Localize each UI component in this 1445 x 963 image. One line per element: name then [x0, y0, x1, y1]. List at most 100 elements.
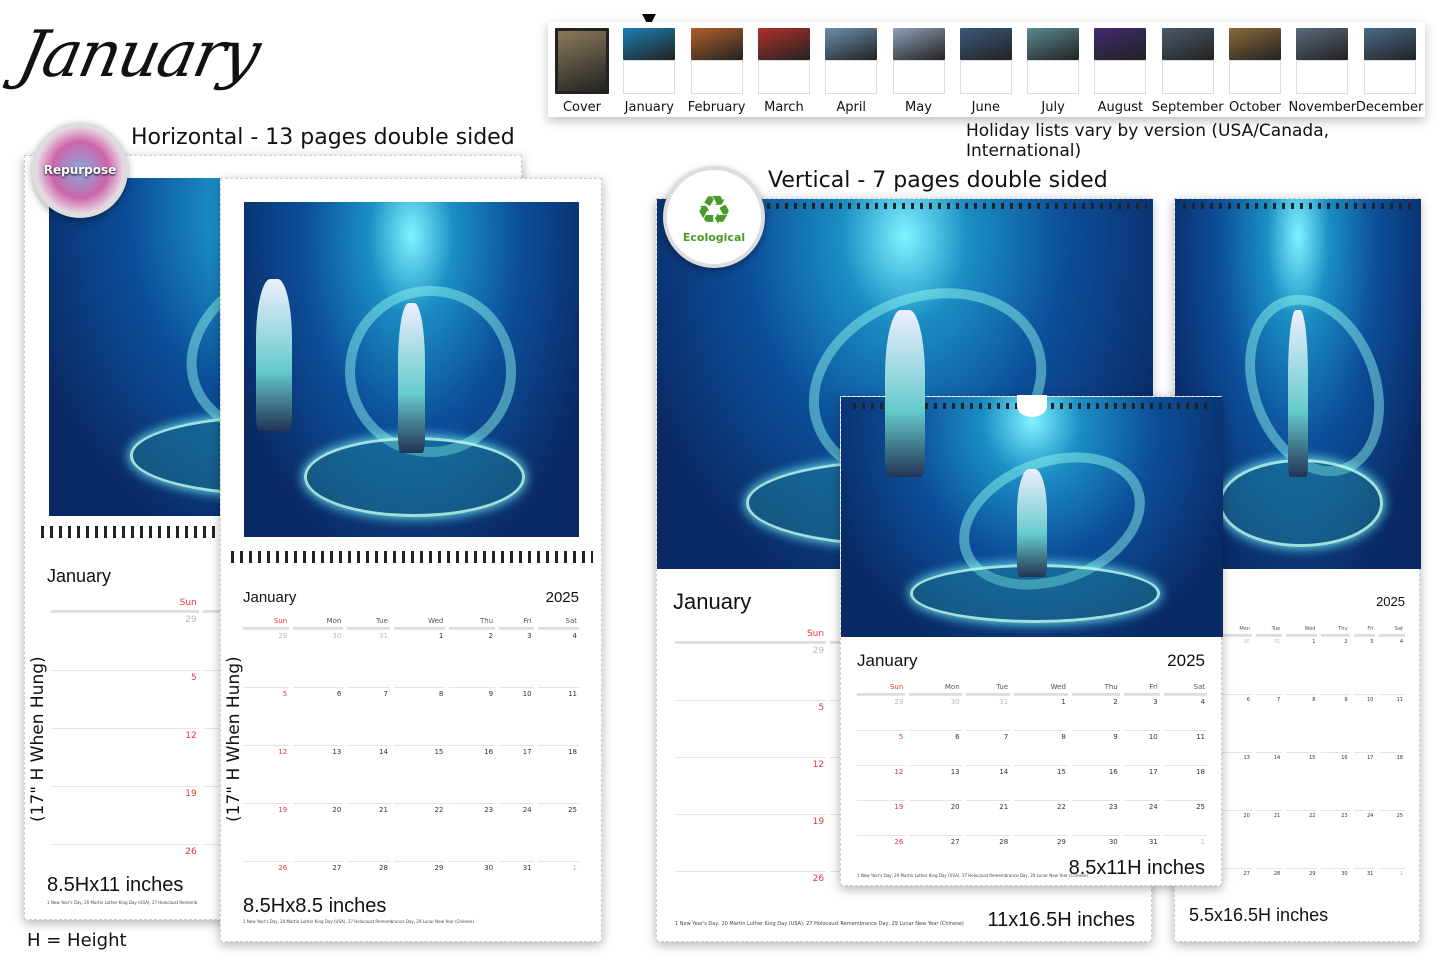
thumbnail-label: September: [1151, 100, 1224, 115]
weekday-header: Mon: [1221, 624, 1252, 636]
calendar-day-cell: 29: [1014, 835, 1068, 870]
weekday-header: Sun: [857, 681, 906, 695]
calendar-day-cell: 3: [1353, 636, 1376, 694]
calendar-day-cell: 10: [1353, 694, 1376, 752]
vertical-heading: Vertical - 7 pages double sided: [768, 168, 1108, 193]
calendar-day-cell: 3: [1123, 695, 1160, 730]
weekday-header: Fri: [499, 615, 534, 629]
calendar-day-cell: 30: [1221, 636, 1252, 694]
calendar-month-label: January: [857, 651, 918, 670]
calendar-day-cell: 4: [537, 629, 579, 687]
calendar-day-cell: 1: [537, 861, 579, 919]
thumbnail-label: August: [1097, 100, 1144, 115]
calendar-day-cell: 25: [1379, 810, 1405, 868]
holiday-footnote: 1 New Year's Day, 20 Martin Luther King …: [857, 873, 1089, 878]
weekday-header: Sun: [675, 627, 827, 643]
thumbnail-calendar: [1363, 60, 1416, 94]
weekday-header: Wed: [1286, 624, 1318, 636]
holiday-footnote: 1 New Year's Day, 20 Martin Luther King …: [675, 921, 964, 927]
calendar-day-cell: 5: [857, 730, 906, 765]
size-label: 11x16.5H inches: [987, 909, 1136, 931]
calendar-day-cell: 30: [449, 861, 496, 919]
weekday-header: Tue: [347, 615, 390, 629]
calendar-day-cell: 19: [857, 800, 906, 835]
calendar-day-cell: 9: [1321, 694, 1350, 752]
calendar-year-label: 2025: [1376, 594, 1405, 609]
calendar-day-cell: 8: [1014, 730, 1068, 765]
calendar-day-cell: 27: [909, 835, 962, 870]
artwork-image: [244, 202, 579, 537]
calendar-day-cell: 12: [675, 757, 827, 814]
spiral-binding: [231, 551, 593, 563]
thumbnail-image: [1296, 28, 1349, 60]
thumbnail-calendar: [623, 60, 676, 94]
calendar-day-cell: 19: [675, 814, 827, 871]
weekday-header: Wed: [393, 615, 446, 629]
calendar-day-cell: 24: [499, 803, 534, 861]
calendar-year-label: 2025: [1167, 651, 1205, 670]
size-label: 8.5Hx8.5 inches: [243, 895, 387, 917]
thumbnail-image: [825, 28, 878, 60]
calendar-day-cell: 5: [51, 670, 199, 728]
calendar-day-cell: 26: [675, 871, 827, 928]
calendar-day-cell: 5: [243, 687, 290, 745]
thumbnail-calendar: [1161, 60, 1214, 94]
calendar-month-label: January: [673, 589, 752, 614]
thumbnail-calendar: [892, 60, 945, 94]
thumbnail-image: [1094, 28, 1147, 60]
thumbnail-calendar: [757, 60, 810, 94]
month-thumbnail-august[interactable]: August: [1092, 28, 1148, 115]
weekday-header: Sat: [537, 615, 579, 629]
recycle-icon: ♻: [696, 187, 732, 234]
month-thumbnail-cover[interactable]: Cover: [554, 28, 610, 115]
calendar-day-cell: 13: [909, 765, 962, 800]
holiday-footnote: 1 New Year's Day, 20 Martin Luther King …: [47, 900, 198, 905]
ecological-badge: ♻ Ecological: [663, 166, 765, 268]
month-thumbnail-july[interactable]: July: [1025, 28, 1081, 115]
calendar-day-cell: 1: [1286, 636, 1318, 694]
calendar-grid: SunMonTueWedThuFriSat2930311234567891011…: [239, 615, 583, 919]
calendar-day-cell: 17: [499, 745, 534, 803]
calendar-day-cell: 18: [1379, 752, 1405, 810]
calendar-day-cell: 4: [1379, 636, 1405, 694]
thumbnail-label: December: [1355, 100, 1424, 115]
month-thumbnail-september[interactable]: September: [1152, 28, 1224, 115]
calendar-day-cell: 9: [1071, 730, 1120, 765]
thumbnail-label: November: [1288, 100, 1357, 115]
thumbnail-image: [1161, 28, 1214, 60]
calendar-day-cell: 1: [1379, 868, 1405, 926]
month-thumbnail-may[interactable]: May: [891, 28, 947, 115]
month-thumbnail-december[interactable]: December: [1356, 28, 1423, 115]
calendar-day-cell: 19: [51, 786, 199, 844]
month-thumbnail-november[interactable]: November: [1288, 28, 1356, 115]
calendar-grid: SunMonTueWedThuFriSat2930311234567891011…: [853, 681, 1211, 870]
calendar-day-cell: 1: [1014, 695, 1068, 730]
thumbnail-calendar: [690, 60, 743, 94]
month-thumbnail-april[interactable]: April: [823, 28, 879, 115]
calendar-day-cell: 7: [347, 687, 390, 745]
horizontal-heading: Horizontal - 13 pages double sided: [131, 125, 515, 150]
hanger-hole: [1017, 395, 1047, 417]
spiral-binding: [767, 203, 1147, 209]
weekday-header: Thu: [1321, 624, 1350, 636]
month-thumbnail-june[interactable]: June: [958, 28, 1014, 115]
weekday-header: Fri: [1353, 624, 1376, 636]
thumbnail-label: Cover: [562, 100, 602, 115]
month-thumbnail-february[interactable]: February: [688, 28, 745, 115]
thumbnail-label: February: [687, 100, 746, 115]
calendar-day-cell: 12: [243, 745, 290, 803]
calendar-day-cell: 12: [51, 728, 199, 786]
thumbnail-calendar: [1094, 60, 1147, 94]
calendar-day-cell: 14: [1255, 752, 1283, 810]
month-thumbnail-january[interactable]: January: [621, 28, 677, 115]
calendar-day-cell: 11: [1163, 730, 1207, 765]
size-label: 8.5Hx11 inches: [47, 874, 184, 896]
month-thumbnail-october[interactable]: October: [1227, 28, 1283, 115]
thumbnail-image: [623, 28, 676, 60]
calendar-day-cell: 23: [1321, 810, 1350, 868]
weekday-header: Tue: [965, 681, 1011, 695]
calendar-day-cell: 4: [1163, 695, 1207, 730]
calendar-day-cell: 30: [909, 695, 962, 730]
weekday-header: Thu: [1071, 681, 1120, 695]
month-thumbnail-march[interactable]: March: [756, 28, 812, 115]
